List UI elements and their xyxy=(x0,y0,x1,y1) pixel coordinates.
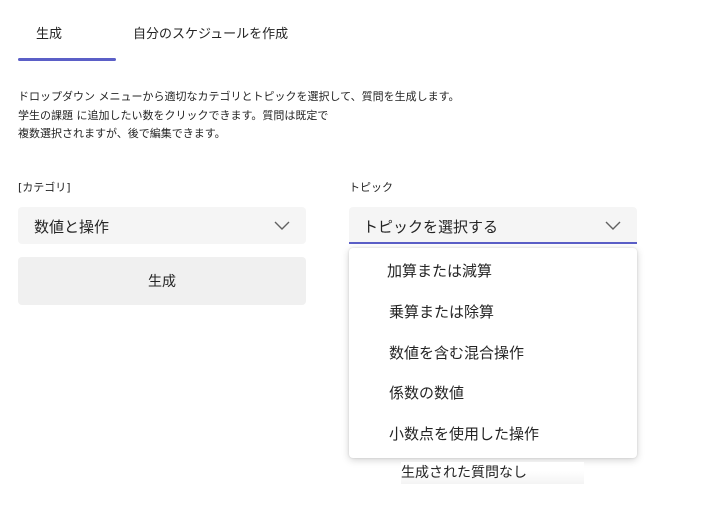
no-questions-status: 生成された質問なし xyxy=(401,462,584,484)
tab-create-schedule[interactable]: 自分のスケジュールを作成 xyxy=(133,22,288,62)
tab-create-schedule-label: 自分のスケジュールを作成 xyxy=(133,27,289,42)
instructions-text: ドロップダウン メニューから適切なカテゴリとトピックを選択して、質問を生成します… xyxy=(18,88,460,144)
topic-option-mixed-operations[interactable]: 数値を含む混合操作 xyxy=(389,338,524,368)
instructions-line-3: 複数選択されますが、後で編集できます。 xyxy=(18,127,226,140)
tab-generate-label: 生成 xyxy=(35,27,62,42)
topic-dropdown[interactable]: トピックを選択する xyxy=(349,207,637,244)
tab-generate[interactable]: 生成 xyxy=(18,22,116,62)
chevron-down-icon xyxy=(274,221,290,230)
topic-option-factors[interactable]: 係数の数値 xyxy=(389,378,464,408)
instructions-line-1: ドロップダウン メニューから適切なカテゴリとトピックを選択して、質問を生成します… xyxy=(18,90,460,103)
category-selected-value: 数値と操作 xyxy=(34,218,110,236)
generate-button[interactable]: 生成 xyxy=(18,257,306,305)
topic-option-addition-subtraction[interactable]: 加算または減算 xyxy=(387,256,492,286)
chevron-down-icon xyxy=(605,221,621,230)
category-dropdown[interactable]: 数値と操作 xyxy=(18,207,306,244)
topic-option-multiplication-division[interactable]: 乗算または除算 xyxy=(389,297,494,327)
topic-placeholder: トピックを選択する xyxy=(363,218,499,236)
topic-option-decimal-operations[interactable]: 小数点を使用した操作 xyxy=(389,419,539,449)
category-label: [カテゴリ] xyxy=(18,181,71,194)
topic-label: トピック xyxy=(349,181,393,194)
active-tab-indicator xyxy=(18,58,116,61)
topic-dropdown-menu: 加算または減算 乗算または除算 数値を含む混合操作 係数の数値 小数点を使用した… xyxy=(349,248,637,458)
instructions-line-2: 学生の課題 に追加したい数をクリックできます。質問は既定で xyxy=(18,108,329,122)
